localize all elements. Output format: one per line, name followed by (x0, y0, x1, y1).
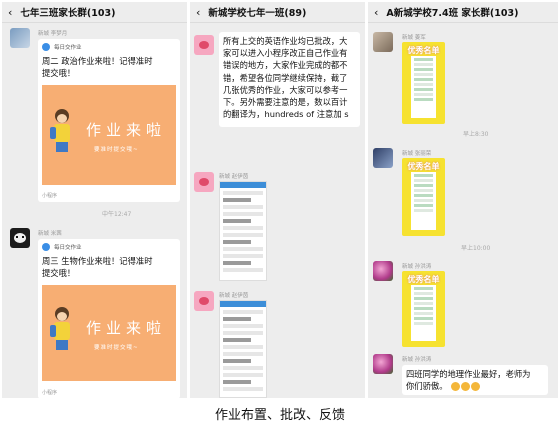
chat-header: ‹ 七年三班家长群(103) (2, 2, 187, 22)
chat-title: A新城学校7.4班 家长群(103) (386, 8, 519, 19)
timestamp: 早上10:00 (461, 245, 491, 252)
card-text-line: 周二 政治作业来啦！记得准时 (42, 56, 153, 66)
sender-name: 新城 孙洪涛 (402, 357, 432, 363)
sender-name: 新城 赵伊茵 (219, 174, 249, 180)
avatar[interactable] (373, 261, 393, 281)
banner-subtitle: 要准时提交哦~ (94, 147, 139, 153)
timestamp: 中午12:47 (102, 211, 132, 218)
poster-title: 优秀名单 (407, 46, 440, 55)
mini-program-card[interactable]: 每日交作业 周三 生物作业来啦！记得准时 提交哦！ 作业来啦 要准时提交哦~ 小… (38, 239, 180, 398)
thumbs-up-icon (461, 382, 471, 392)
header-divider (2, 22, 187, 23)
bubble-line: 错，希望各位同学继续保持，截了 (223, 72, 348, 83)
honor-roll-image[interactable]: 优秀名单 (402, 271, 445, 347)
bubble-line: 所有上交的英语作业均已批改，大 (223, 36, 348, 46)
avatar[interactable] (373, 148, 393, 168)
chat-title: 新城学校七年一班(89) (208, 8, 307, 19)
message-bubble[interactable]: 所有上交的英语作业均已批改，大 家可以进入小程序改正自己作业有 错误的地方，大家… (219, 32, 360, 127)
mini-program-card[interactable]: 每日交作业 周二 政治作业来啦！记得准时 提交哦！ 作业来啦 要准时提交哦~ 小… (38, 39, 180, 202)
card-text-line: 提交哦！ (42, 68, 76, 78)
card-text-line: 周三 生物作业来啦！记得准时 (42, 256, 153, 266)
homework-screenshot[interactable] (219, 181, 267, 281)
honor-roll-image[interactable]: 优秀名单 (402, 158, 445, 236)
back-arrow-icon[interactable]: ‹ (8, 6, 12, 19)
bubble-line: 几张优秀的作业，大家可以参考一 (223, 84, 348, 95)
banner-title: 作业来啦 (86, 319, 167, 337)
cartoon-boy-icon (50, 307, 72, 355)
app-name: 每日交作业 (54, 245, 82, 251)
header-divider (190, 22, 365, 23)
poster-title: 优秀名单 (407, 275, 440, 284)
sender-name: 新城 孙洪涛 (402, 264, 432, 270)
card-text: 周三 生物作业来啦！记得准时 提交哦！ (42, 255, 153, 279)
bubble-line: 下。另外需要注意的是，数以百计 (223, 97, 348, 108)
poster-title: 优秀名单 (407, 162, 440, 171)
bubble-line: 四班同学的地理作业最好，老师为 (406, 369, 531, 379)
bubble-line: 错误的地方，大家作业完成的都不 (223, 60, 348, 71)
app-name: 每日交作业 (54, 45, 82, 51)
avatar[interactable] (373, 32, 393, 52)
avatar[interactable] (194, 291, 214, 311)
card-banner: 作业来啦 要准时提交哦~ (42, 85, 176, 185)
mini-program-label: 小程序 (42, 193, 58, 199)
bubble-line: 的翻译为，hundreds of 注意加 s (223, 109, 349, 120)
mini-program-label: 小程序 (42, 390, 58, 396)
banner-title: 作业来啦 (86, 121, 167, 139)
back-arrow-icon[interactable]: ‹ (196, 6, 200, 19)
figure-caption: 作业布置、批改、反馈 (214, 408, 345, 423)
homework-screenshot[interactable] (219, 300, 267, 398)
sender-name: 新城 赵伊茵 (219, 293, 249, 299)
timestamp: 早上8:30 (463, 131, 489, 138)
card-header: 每日交作业 (42, 243, 82, 251)
sender-name: 新城 李梦月 (38, 31, 68, 37)
app-logo-icon (42, 243, 50, 251)
chat-header: ‹ A新城学校7.4班 家长群(103) (368, 2, 558, 22)
card-text-line: 提交哦！ (42, 268, 76, 278)
back-arrow-icon[interactable]: ‹ (374, 6, 378, 19)
thumbs-up-icon (451, 382, 461, 392)
banner-subtitle: 要准时提交哦~ (94, 345, 139, 351)
sender-name: 新城 米茜 (38, 231, 62, 237)
chat-title: 七年三班家长群(103) (20, 8, 116, 19)
cartoon-boy-icon (50, 109, 72, 157)
avatar[interactable] (194, 35, 214, 55)
chat-panel-1: ‹ 七年三班家长群(103) 新城 李梦月 每日交作业 周二 政治作业来啦！记得… (2, 2, 187, 398)
avatar[interactable] (373, 354, 393, 374)
sender-name: 新城 张丽荣 (402, 151, 432, 157)
message-bubble[interactable]: 四班同学的地理作业最好，老师为 你们骄傲。 (402, 365, 548, 395)
card-header: 每日交作业 (42, 43, 82, 51)
bubble-line-text: 你们骄傲。 (406, 381, 448, 392)
screenshot-collage: ‹ 七年三班家长群(103) 新城 李梦月 每日交作业 周二 政治作业来啦！记得… (0, 0, 560, 431)
avatar[interactable] (194, 172, 214, 192)
card-text: 周二 政治作业来啦！记得准时 提交哦！ (42, 55, 153, 79)
card-banner: 作业来啦 要准时提交哦~ (42, 285, 176, 381)
header-divider (368, 22, 558, 23)
thumbs-up-icon (471, 382, 481, 392)
bubble-line: 家可以进入小程序改正自己作业有 (223, 48, 348, 59)
chat-panel-3: ‹ A新城学校7.4班 家长群(103) 新城 姜军 优秀名单 早上8:30 新… (368, 2, 558, 398)
bubble-line: 你们骄傲。 (406, 380, 544, 392)
chat-panel-2: ‹ 新城学校七年一班(89) 所有上交的英语作业均已批改，大 家可以进入小程序改… (190, 2, 365, 398)
avatar[interactable] (10, 28, 30, 48)
honor-roll-image[interactable]: 优秀名单 (402, 42, 445, 124)
chat-header: ‹ 新城学校七年一班(89) (190, 2, 365, 22)
sender-name: 新城 姜军 (402, 35, 426, 41)
avatar[interactable] (10, 228, 30, 248)
app-logo-icon (42, 43, 50, 51)
